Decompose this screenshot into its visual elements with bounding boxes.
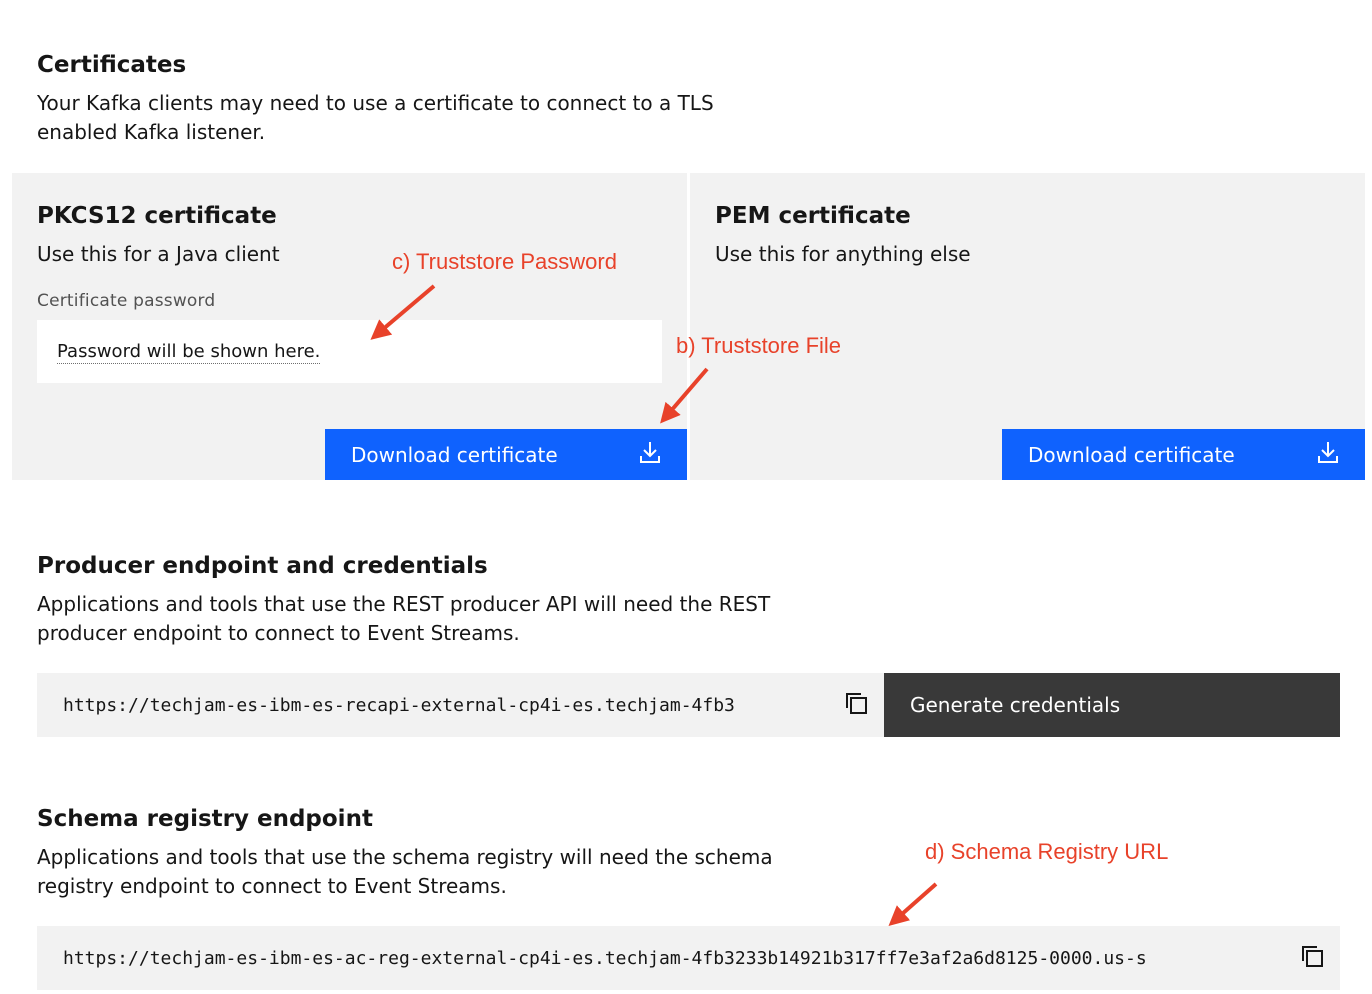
schema-registry-endpoint-snippet: https://techjam-es-ibm-es-ac-reg-externa… bbox=[37, 926, 1340, 990]
producer-endpoint-url: https://techjam-es-ibm-es-recapi-externa… bbox=[63, 694, 735, 716]
pem-subtitle: Use this for anything else bbox=[715, 242, 971, 266]
download-icon bbox=[1317, 440, 1339, 469]
pkcs12-title: PKCS12 certificate bbox=[37, 203, 277, 229]
certificates-title: Certificates bbox=[37, 52, 187, 78]
pkcs12-subtitle: Use this for a Java client bbox=[37, 242, 280, 266]
generate-credentials-button[interactable]: Generate credentials bbox=[884, 673, 1340, 737]
annotation-truststore-password: c) Truststore Password bbox=[392, 249, 617, 274]
pem-download-button[interactable]: Download certificate bbox=[1002, 429, 1365, 480]
producer-endpoint-snippet: https://techjam-es-ibm-es-recapi-externa… bbox=[37, 673, 884, 737]
annotation-schema-registry-url: d) Schema Registry URL bbox=[925, 839, 1169, 864]
schema-registry-title: Schema registry endpoint bbox=[37, 806, 373, 832]
pkcs12-download-button[interactable]: Download certificate bbox=[325, 429, 687, 480]
annotation-truststore-file: b) Truststore File bbox=[676, 333, 842, 358]
copy-icon bbox=[844, 691, 868, 719]
producer-copy-button[interactable] bbox=[828, 673, 884, 737]
copy-icon bbox=[1300, 944, 1324, 972]
certificates-description: Your Kafka clients may need to use a cer… bbox=[37, 91, 714, 144]
pem-download-label: Download certificate bbox=[1028, 442, 1235, 467]
producer-title: Producer endpoint and credentials bbox=[37, 553, 488, 579]
schema-registry-description: Applications and tools that use the sche… bbox=[37, 845, 773, 898]
schema-registry-endpoint-url: https://techjam-es-ibm-es-ac-reg-externa… bbox=[63, 947, 1147, 969]
download-icon bbox=[639, 440, 661, 469]
pem-title: PEM certificate bbox=[715, 203, 911, 229]
certificate-password-value: Password will be shown here. bbox=[57, 341, 321, 364]
schema-registry-copy-button[interactable] bbox=[1284, 926, 1340, 990]
arrow-schema-registry-url bbox=[888, 882, 938, 926]
certificate-password-field[interactable]: Password will be shown here. bbox=[37, 320, 662, 383]
producer-description: Applications and tools that use the REST… bbox=[37, 592, 771, 645]
certificate-password-label: Certificate password bbox=[37, 291, 216, 311]
pkcs12-download-label: Download certificate bbox=[351, 442, 558, 467]
